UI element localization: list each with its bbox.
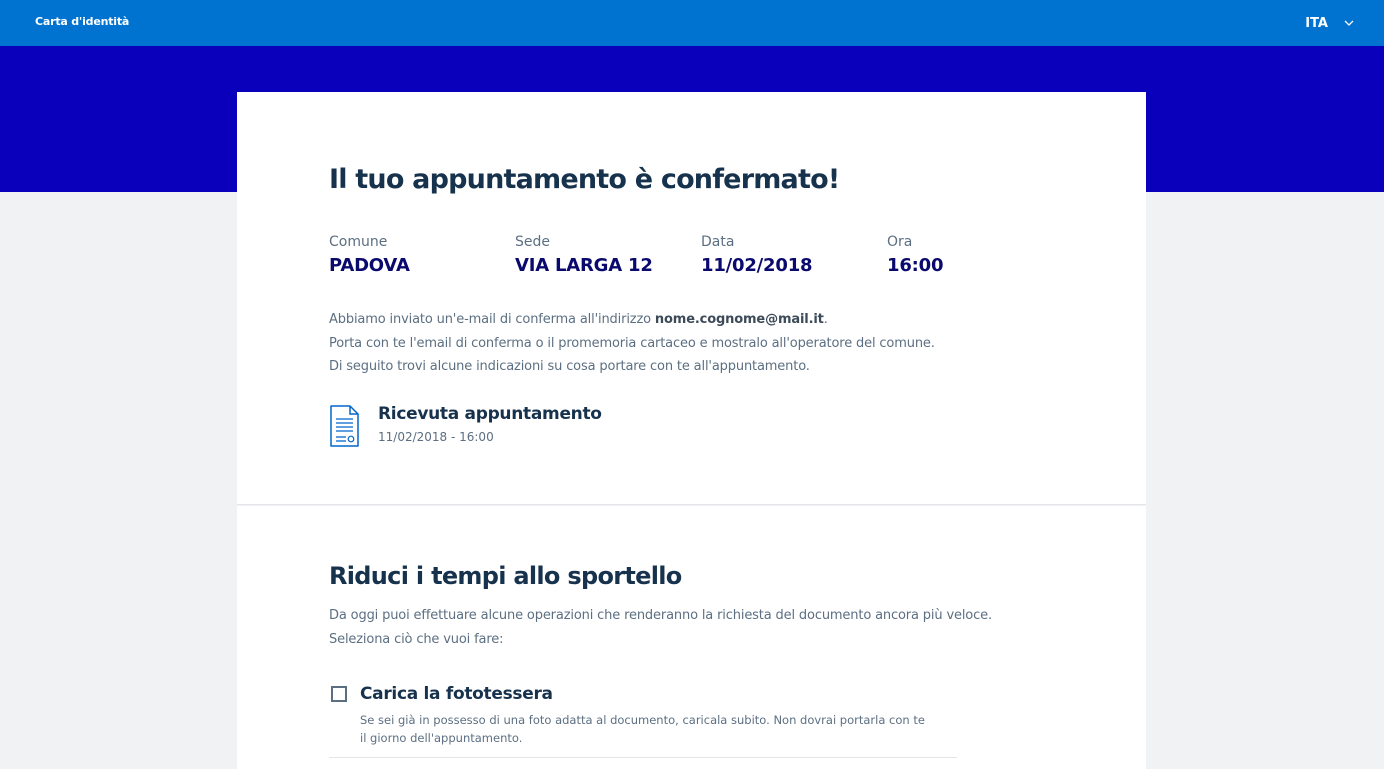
message-line-1: Abbiamo inviato un'e-mail di conferma al…: [329, 308, 989, 332]
detail-value: PADOVA: [329, 255, 410, 276]
confirmation-message: Abbiamo inviato un'e-mail di conferma al…: [329, 308, 989, 379]
option-title[interactable]: Carica la fototessera: [360, 684, 553, 704]
language-selector[interactable]: ITA: [1305, 13, 1354, 33]
detail-data: Data 11/02/2018: [701, 234, 813, 276]
section-title: Riduci i tempi allo sportello: [329, 562, 682, 590]
page-title: Il tuo appuntamento è confermato!: [329, 164, 840, 195]
confirmation-card: Il tuo appuntamento è confermato! Comune…: [237, 92, 1146, 505]
receipt-subtitle: 11/02/2018 - 16:00: [378, 430, 494, 444]
receipt-text: Ricevuta appuntamento 11/02/2018 - 16:00: [378, 404, 602, 444]
description-line-1: Da oggi puoi effettuare alcune operazion…: [329, 608, 992, 623]
detail-value: 16:00: [887, 255, 944, 276]
detail-ora: Ora 16:00: [887, 234, 943, 276]
message-line-2: Porta con te l'email di conferma o il pr…: [329, 335, 935, 351]
detail-sede: Sede VIA LARGA 12: [515, 234, 653, 276]
upload-photo-checkbox[interactable]: [331, 686, 347, 702]
top-bar: Carta d'identità ITA: [0, 0, 1384, 46]
receipt-title: Ricevuta appuntamento: [378, 404, 602, 424]
app-title[interactable]: Carta d'identità: [35, 15, 129, 28]
option-row: Carica la fototessera: [329, 684, 957, 704]
language-label: ITA: [1305, 15, 1328, 31]
email-address: nome.cognome@mail.it: [654, 312, 824, 327]
detail-label: Sede: [515, 234, 550, 250]
section-description: Da oggi puoi effettuare alcune operazion…: [329, 604, 992, 651]
detail-value: 11/02/2018: [701, 255, 813, 276]
message-line-3: Di seguito trovi alcune indicazioni su c…: [329, 359, 810, 374]
document-icon: [330, 405, 359, 447]
option-description: Se sei già in possesso di una foto adatt…: [360, 713, 925, 745]
receipt-link[interactable]: Ricevuta appuntamento 11/02/2018 - 16:00: [329, 404, 602, 447]
detail-label: Comune: [329, 234, 388, 250]
detail-label: Data: [701, 234, 735, 250]
message-text: Abbiamo inviato un'e-mail di conferma al…: [329, 312, 655, 327]
option-upload-photo: Carica la fototessera Se sei già in poss…: [329, 684, 957, 758]
chevron-down-icon: [1344, 20, 1354, 26]
message-period: .: [823, 312, 828, 327]
detail-comune: Comune PADOVA: [329, 234, 410, 276]
reduce-times-card: Riduci i tempi allo sportello Da oggi pu…: [237, 506, 1146, 769]
description-line-2: Seleziona ciò che vuoi fare:: [329, 631, 504, 647]
detail-label: Ora: [887, 234, 913, 250]
detail-value: VIA LARGA 12: [515, 255, 653, 276]
